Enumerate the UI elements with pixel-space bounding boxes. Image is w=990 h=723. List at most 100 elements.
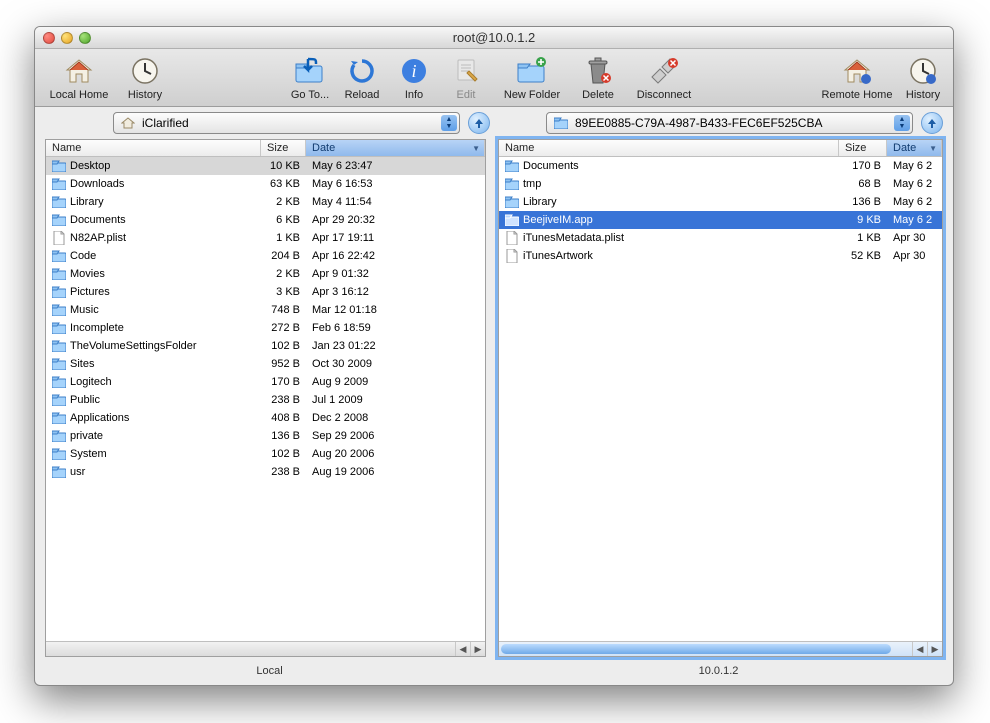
remote-file-list[interactable]: Documents170 BMay 6 2tmp68 BMay 6 2Libra… (499, 157, 942, 641)
file-size: 6 KB (261, 214, 306, 226)
reload-icon (346, 55, 378, 87)
list-item[interactable]: Movies2 KBApr 9 01:32 (46, 265, 485, 283)
list-item[interactable]: Music748 BMar 12 01:18 (46, 301, 485, 319)
file-size: 52 KB (839, 250, 887, 262)
folder-icon (52, 447, 66, 461)
local-path-popup[interactable]: iClarified ▲▼ (113, 112, 460, 134)
list-item[interactable]: Documents170 BMay 6 2 (499, 157, 942, 175)
file-name: Public (70, 394, 100, 406)
titlebar[interactable]: root@10.0.1.2 (35, 27, 953, 49)
list-item[interactable]: Library136 BMay 6 2 (499, 193, 942, 211)
file-date: May 6 2 (887, 178, 942, 190)
list-item[interactable]: Code204 BApr 16 22:42 (46, 247, 485, 265)
file-date: Aug 19 2006 (306, 466, 485, 478)
file-name: Library (523, 196, 557, 208)
column-header-name[interactable]: Name (46, 140, 261, 156)
file-name: N82AP.plist (70, 232, 126, 244)
remote-path-popup[interactable]: 89EE0885-C79A-4987-B433-FEC6EF525CBA ▲▼ (546, 112, 913, 134)
list-item[interactable]: tmp68 BMay 6 2 (499, 175, 942, 193)
file-date: May 6 23:47 (306, 160, 485, 172)
file-size: 102 B (261, 340, 306, 352)
info-button[interactable]: i Info (390, 55, 438, 101)
list-item[interactable]: System102 BAug 20 2006 (46, 445, 485, 463)
home-icon (63, 55, 95, 87)
file-size: 748 B (261, 304, 306, 316)
file-date: Dec 2 2008 (306, 412, 485, 424)
list-item[interactable]: Incomplete272 BFeb 6 18:59 (46, 319, 485, 337)
remote-home-button[interactable]: Remote Home (819, 55, 895, 101)
file-name: usr (70, 466, 85, 478)
local-go-up-button[interactable] (468, 112, 490, 134)
file-name: Desktop (70, 160, 110, 172)
file-size: 1 KB (839, 232, 887, 244)
list-item[interactable]: iTunesArtwork52 KBApr 30 (499, 247, 942, 265)
folder-icon (52, 375, 66, 389)
file-size: 10 KB (261, 160, 306, 172)
local-home-button[interactable]: Local Home (41, 55, 117, 101)
goto-button[interactable]: Go To... (286, 55, 334, 101)
scroll-left-icon[interactable]: ◀ (912, 642, 927, 656)
file-size: 272 B (261, 322, 306, 334)
column-header-size[interactable]: Size (839, 140, 887, 156)
list-item[interactable]: private136 BSep 29 2006 (46, 427, 485, 445)
list-item[interactable]: Public238 BJul 1 2009 (46, 391, 485, 409)
file-date: Apr 3 16:12 (306, 286, 485, 298)
goto-folder-icon (294, 55, 326, 87)
disconnect-button[interactable]: Disconnect (626, 55, 702, 101)
file-name: Documents (523, 160, 579, 172)
file-size: 170 B (261, 376, 306, 388)
list-item[interactable]: BeejiveIM.app9 KBMay 6 2 (499, 211, 942, 229)
list-item[interactable]: Logitech170 BAug 9 2009 (46, 373, 485, 391)
scroll-right-icon[interactable]: ▶ (470, 642, 485, 656)
list-item[interactable]: usr238 BAug 19 2006 (46, 463, 485, 481)
reload-button[interactable]: Reload (338, 55, 386, 101)
scroll-right-icon[interactable]: ▶ (927, 642, 942, 656)
scroll-left-icon[interactable]: ◀ (455, 642, 470, 656)
remote-clock-icon (907, 55, 939, 87)
updown-arrows-icon: ▲▼ (894, 115, 910, 131)
panels: Name Size Date Desktop 10 KBMay 6 23:47 Do… (35, 139, 953, 661)
file-size: 408 B (261, 412, 306, 424)
file-name: Incomplete (70, 322, 124, 334)
list-item[interactable]: Documents6 KBApr 29 20:32 (46, 211, 485, 229)
column-header-size[interactable]: Size (261, 140, 306, 156)
folder-icon (52, 285, 66, 299)
folder-icon (52, 357, 66, 371)
column-header-date[interactable]: Date (306, 140, 485, 156)
delete-button[interactable]: Delete (574, 55, 622, 101)
list-item[interactable]: Sites952 BOct 30 2009 (46, 355, 485, 373)
file-size: 136 B (839, 196, 887, 208)
list-item[interactable]: Downloads63 KBMay 6 16:53 (46, 175, 485, 193)
file-size: 2 KB (261, 196, 306, 208)
list-item[interactable]: Desktop 10 KBMay 6 23:47 (46, 157, 485, 175)
file-name: Applications (70, 412, 129, 424)
local-horizontal-scrollbar[interactable]: ◀▶ (46, 641, 485, 656)
file-name: Sites (70, 358, 94, 370)
remote-path-label: 89EE0885-C79A-4987-B433-FEC6EF525CBA (575, 116, 822, 130)
local-file-list[interactable]: Desktop 10 KBMay 6 23:47 Downloads63 KBMay… (46, 157, 485, 641)
column-header-name[interactable]: Name (499, 140, 839, 156)
list-item[interactable]: N82AP.plist1 KBApr 17 19:11 (46, 229, 485, 247)
file-size: 204 B (261, 250, 306, 262)
file-size: 170 B (839, 160, 887, 172)
remote-horizontal-scrollbar[interactable]: ◀▶ (499, 641, 942, 656)
edit-button[interactable]: Edit (442, 55, 490, 101)
list-item[interactable]: TheVolumeSettingsFolder102 BJan 23 01:22 (46, 337, 485, 355)
column-header-date[interactable]: Date (887, 140, 942, 156)
remote-label: 10.0.1.2 (494, 661, 943, 685)
list-item[interactable]: Applications 408 BDec 2 2008 (46, 409, 485, 427)
new-folder-button[interactable]: New Folder (494, 55, 570, 101)
clock-icon (129, 55, 161, 87)
local-history-button[interactable]: History (121, 55, 169, 101)
file-date: May 6 16:53 (306, 178, 485, 190)
remote-history-button[interactable]: History (899, 55, 947, 101)
list-item[interactable]: Pictures3 KBApr 3 16:12 (46, 283, 485, 301)
file-date: Apr 16 22:42 (306, 250, 485, 262)
file-date: Apr 17 19:11 (306, 232, 485, 244)
list-item[interactable]: Library2 KBMay 4 11:54 (46, 193, 485, 211)
list-item[interactable]: iTunesMetadata.plist1 KBApr 30 (499, 229, 942, 247)
local-label: Local (45, 661, 494, 685)
file-date: May 6 2 (887, 214, 942, 226)
remote-go-up-button[interactable] (921, 112, 943, 134)
disconnect-icon (648, 55, 680, 87)
